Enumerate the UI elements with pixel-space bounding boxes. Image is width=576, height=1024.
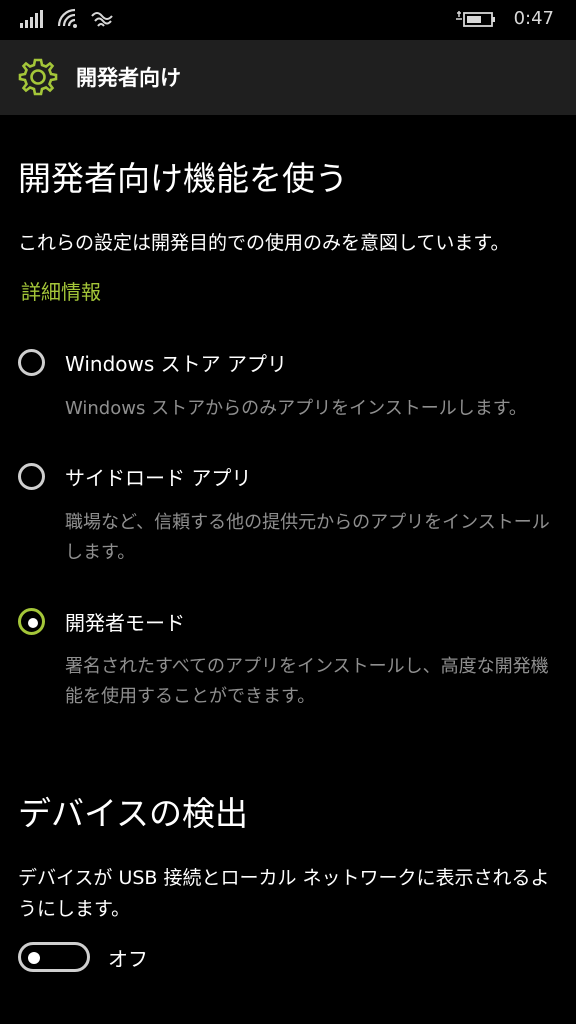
- radio-description: 職場など、信頼する他の提供元からのアプリをインストールします。: [65, 512, 550, 563]
- page-header: 開発者向け: [0, 40, 576, 115]
- wifi-call-icon: [91, 12, 113, 27]
- signal-icon: [20, 10, 43, 28]
- toggle-switch[interactable]: [18, 942, 90, 972]
- dev-features-description: これらの設定は開発目的での使用のみを意図しています。: [18, 232, 510, 254]
- toggle-state-label: オフ: [108, 947, 148, 971]
- page-title: 開発者向け: [76, 66, 181, 90]
- radio-label: サイドロード アプリ: [65, 466, 252, 490]
- gear-icon: [18, 58, 58, 96]
- status-bar: 0:47: [0, 0, 576, 40]
- device-discovery-description: デバイスが USB 接続とローカル ネットワークに表示されるようにします。: [18, 867, 550, 920]
- radio-description: Windows ストアからのみアプリをインストールします。: [65, 398, 527, 419]
- section-title-dev-features: 開発者向け機能を使う: [18, 159, 348, 198]
- clock: 0:47: [513, 8, 554, 29]
- radio-label: Windows ストア アプリ: [65, 352, 287, 376]
- radio-description: 署名されたすべてのアプリをインストールし、高度な開発機能を使用することができます…: [65, 656, 549, 707]
- wifi-icon: [57, 8, 77, 28]
- radio-developer-mode[interactable]: 開発者モード: [18, 608, 558, 642]
- radio-dot: [28, 618, 38, 628]
- toggle-knob: [28, 952, 40, 964]
- device-discovery-toggle[interactable]: オフ: [18, 940, 218, 976]
- radio-sideload-apps[interactable]: サイドロード アプリ: [18, 463, 558, 497]
- radio-windows-store-apps[interactable]: Windows ストア アプリ: [18, 349, 558, 383]
- radio-button[interactable]: [18, 463, 45, 490]
- radio-button-selected[interactable]: [18, 608, 45, 635]
- more-info-link[interactable]: 詳細情報: [21, 276, 101, 305]
- radio-label: 開発者モード: [65, 611, 185, 635]
- battery-charging-icon: [456, 11, 495, 27]
- section-title-device-discovery: デバイスの検出: [18, 794, 249, 833]
- radio-button[interactable]: [18, 349, 45, 376]
